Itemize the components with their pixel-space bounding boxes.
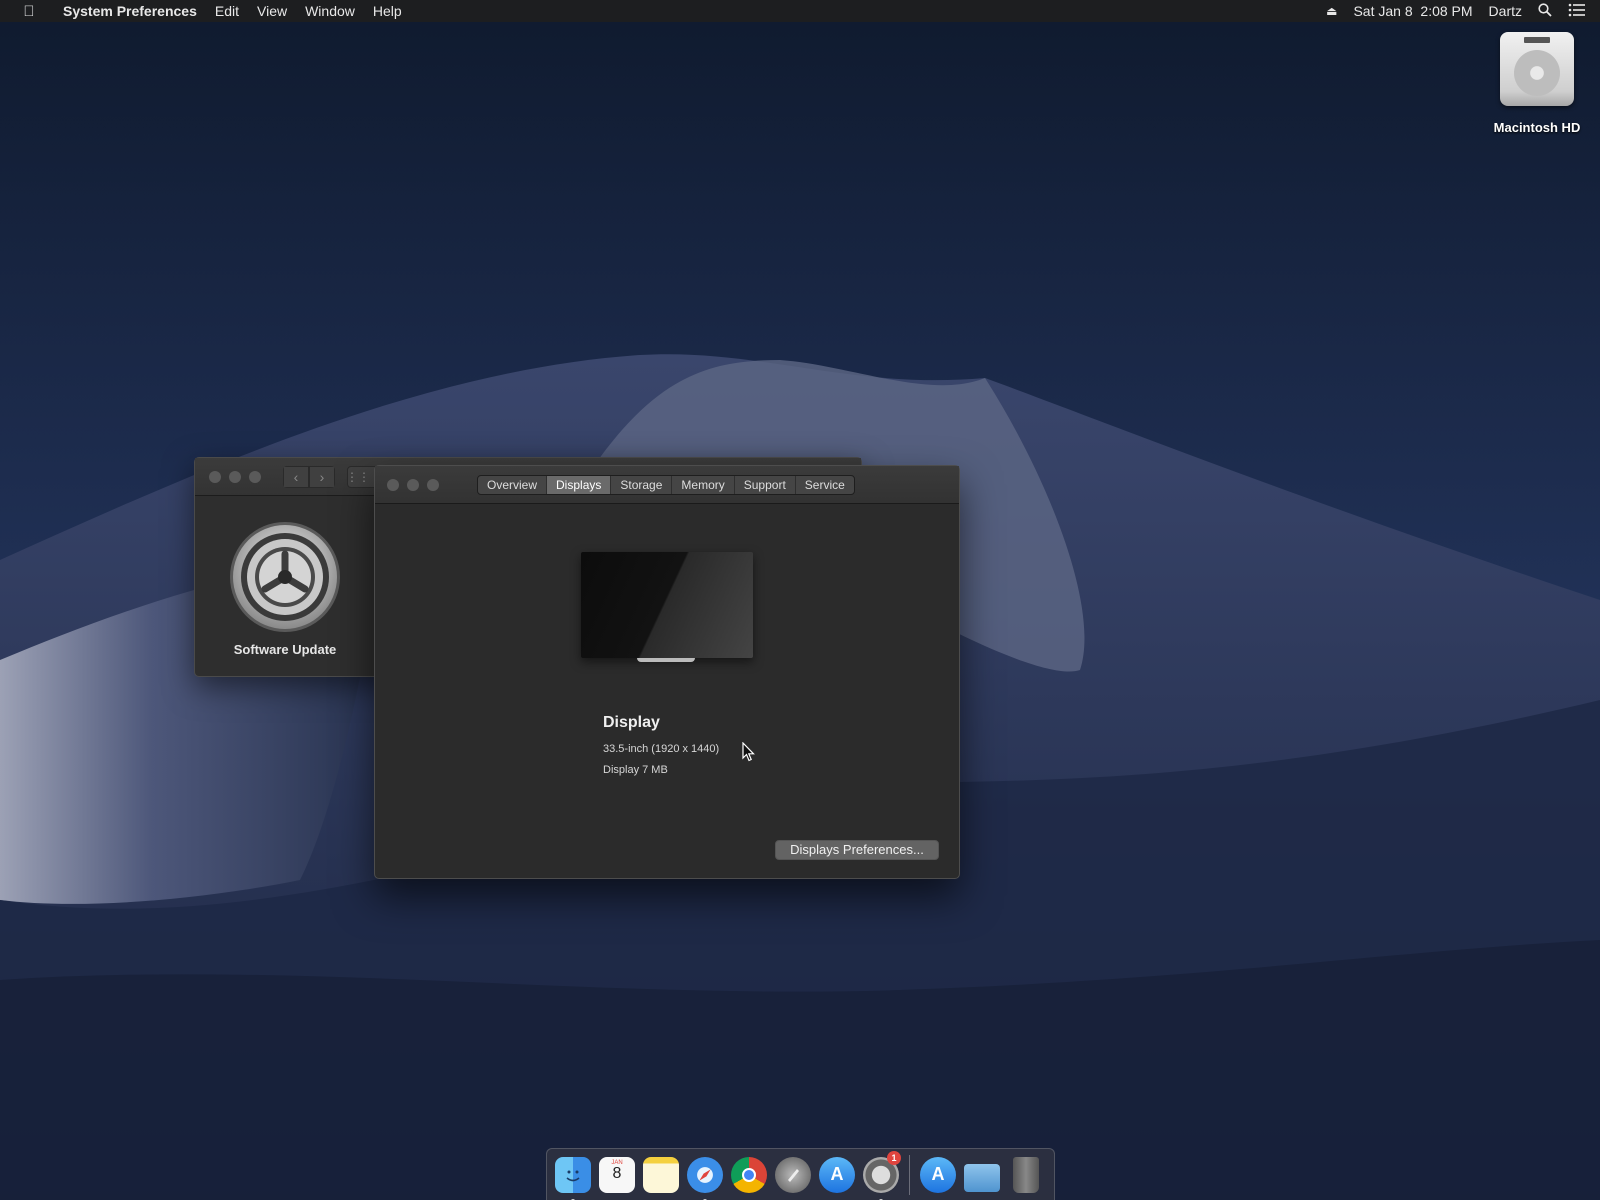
dock-launchpad[interactable] — [773, 1155, 813, 1195]
notes-icon — [643, 1156, 679, 1193]
minimize-button[interactable] — [229, 470, 241, 483]
spotlight-search-icon[interactable] — [1538, 2, 1552, 20]
desktop-icon-macintosh-hd[interactable]: Macintosh HD — [1478, 32, 1596, 135]
safari-icon — [687, 1156, 723, 1193]
menu-app-name[interactable]: System Preferences — [54, 3, 206, 19]
tab-storage[interactable]: Storage — [611, 476, 673, 494]
display-monitor-icon — [581, 552, 753, 658]
trash-icon — [1013, 1156, 1039, 1193]
menu-bar:  System Preferences Edit View Window He… — [0, 0, 1600, 22]
display-title: Display — [603, 714, 660, 731]
finder-icon — [555, 1156, 591, 1193]
dock-safari[interactable] — [685, 1155, 725, 1200]
tab-overview[interactable]: Overview — [478, 476, 548, 494]
dock-calendar[interactable]: JAN 8 — [597, 1155, 637, 1195]
dock-downloads-folder[interactable] — [962, 1155, 1002, 1195]
menu-view[interactable]: View — [248, 3, 296, 19]
back-button[interactable]: ‹ — [283, 465, 309, 488]
menu-user[interactable]: Dartz — [1489, 3, 1522, 19]
close-button[interactable] — [209, 470, 221, 483]
minimize-button[interactable] — [407, 478, 419, 491]
about-this-mac-window: Overview Displays Storage Memory Support… — [374, 465, 960, 879]
close-button[interactable] — [387, 478, 399, 491]
gear-icon — [228, 520, 342, 634]
mouse-cursor-icon — [742, 742, 755, 762]
zoom-button[interactable] — [427, 478, 439, 491]
display-memory: Display 7 MB — [603, 764, 668, 776]
menu-help[interactable]: Help — [364, 3, 411, 19]
tab-support[interactable]: Support — [735, 476, 796, 494]
software-update-label: Software Update — [233, 642, 337, 657]
calendar-day: 8 — [612, 1164, 622, 1182]
dock-notes[interactable] — [641, 1155, 681, 1195]
apple-menu-icon[interactable]:  — [18, 3, 40, 20]
desktop-icon-label: Macintosh HD — [1493, 120, 1581, 135]
calendar-icon: JAN 8 — [599, 1156, 635, 1193]
about-titlebar: Overview Displays Storage Memory Support… — [375, 466, 959, 504]
dock-separator — [909, 1154, 910, 1195]
display-spec: 33.5-inch (1920 x 1440) — [603, 743, 720, 755]
dock-app-store[interactable]: A — [817, 1155, 857, 1195]
forward-button[interactable]: › — [309, 465, 335, 488]
dock-app-store-folder[interactable]: A — [918, 1155, 958, 1195]
displays-preferences-button[interactable]: Displays Preferences... — [775, 840, 939, 860]
eject-icon[interactable]: ⏏ — [1326, 4, 1337, 18]
app-store-icon: A — [819, 1156, 855, 1193]
chrome-icon — [731, 1156, 767, 1193]
menu-window[interactable]: Window — [296, 3, 364, 19]
app-store-folder-icon: A — [920, 1156, 956, 1193]
monitor-stand — [637, 658, 695, 662]
dock-finder[interactable] — [553, 1155, 593, 1200]
tab-service[interactable]: Service — [796, 476, 854, 494]
dock-trash[interactable] — [1006, 1155, 1046, 1195]
menu-edit[interactable]: Edit — [206, 3, 248, 19]
hard-drive-icon — [1500, 32, 1574, 106]
notification-badge: 1 — [887, 1150, 901, 1165]
tab-displays[interactable]: Displays — [547, 476, 612, 494]
zoom-button[interactable] — [249, 470, 261, 483]
dock-system-preferences[interactable]: 1 — [861, 1150, 901, 1200]
launchpad-icon — [775, 1156, 811, 1193]
notification-center-icon[interactable] — [1568, 3, 1586, 20]
software-update-pane[interactable]: Software Update — [215, 520, 355, 657]
menu-date[interactable]: Sat Jan 8 2:08 PM — [1353, 3, 1472, 19]
downloads-folder-icon — [964, 1163, 1000, 1192]
tab-bar: Overview Displays Storage Memory Support… — [477, 475, 855, 495]
tab-memory[interactable]: Memory — [672, 476, 735, 494]
dock: JAN 8 A 1 A — [546, 1148, 1055, 1200]
dock-chrome[interactable] — [729, 1155, 769, 1195]
